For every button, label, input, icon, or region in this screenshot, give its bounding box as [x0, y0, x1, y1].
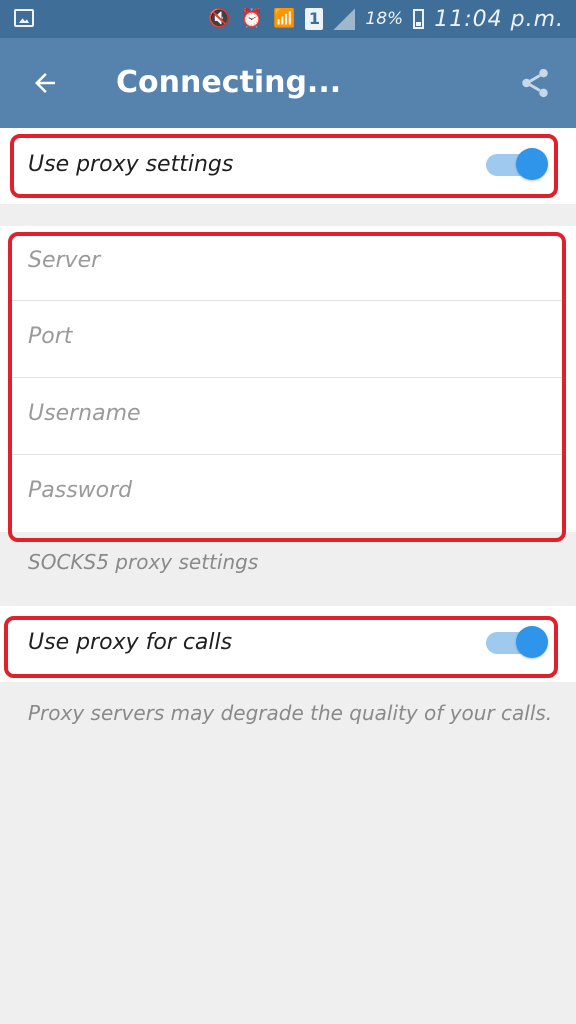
divider	[12, 454, 564, 455]
sim-icon: 1	[305, 8, 324, 30]
calls-quality-note: Proxy servers may degrade the quality of…	[28, 701, 553, 725]
battery-percent: 18%	[365, 9, 404, 29]
divider	[12, 300, 564, 301]
page-title: Connecting...	[116, 65, 342, 100]
use-proxy-calls-row[interactable]: Use proxy for calls	[0, 606, 576, 682]
signal-icon	[333, 8, 355, 30]
status-icons: 🔇 ⏰ 📶 1 18% 11:04 p.m.	[208, 6, 564, 32]
app-bar: Connecting...	[0, 38, 576, 128]
use-proxy-row[interactable]: Use proxy settings	[0, 128, 576, 204]
proxy-toggle-card: Use proxy settings	[0, 128, 576, 204]
status-bar: 🔇 ⏰ 📶 1 18% 11:04 p.m.	[0, 0, 576, 38]
arrow-left-icon[interactable]	[30, 68, 60, 98]
port-input[interactable]: Port	[28, 324, 72, 349]
username-input[interactable]: Username	[28, 401, 141, 426]
divider	[12, 377, 564, 378]
use-proxy-label: Use proxy settings	[28, 152, 234, 177]
calls-toggle-card: Use proxy for calls	[0, 606, 576, 682]
proxy-fields-card: Server Port Username Password	[0, 226, 576, 532]
battery-icon	[413, 9, 425, 29]
use-proxy-toggle[interactable]	[486, 146, 548, 182]
toggle-knob	[516, 148, 548, 180]
wifi-icon: 📶	[273, 8, 296, 29]
mute-icon: 🔇	[208, 8, 231, 29]
use-proxy-calls-toggle[interactable]	[486, 624, 548, 660]
gallery-icon	[14, 9, 34, 27]
password-input[interactable]: Password	[28, 478, 132, 503]
clock: 11:04 p.m.	[434, 6, 564, 32]
server-input[interactable]: Server	[28, 248, 100, 273]
share-icon[interactable]	[518, 66, 552, 100]
toggle-knob	[516, 626, 548, 658]
socks5-note: SOCKS5 proxy settings	[28, 550, 259, 574]
alarm-icon: ⏰	[240, 8, 263, 29]
use-proxy-calls-label: Use proxy for calls	[28, 630, 233, 655]
